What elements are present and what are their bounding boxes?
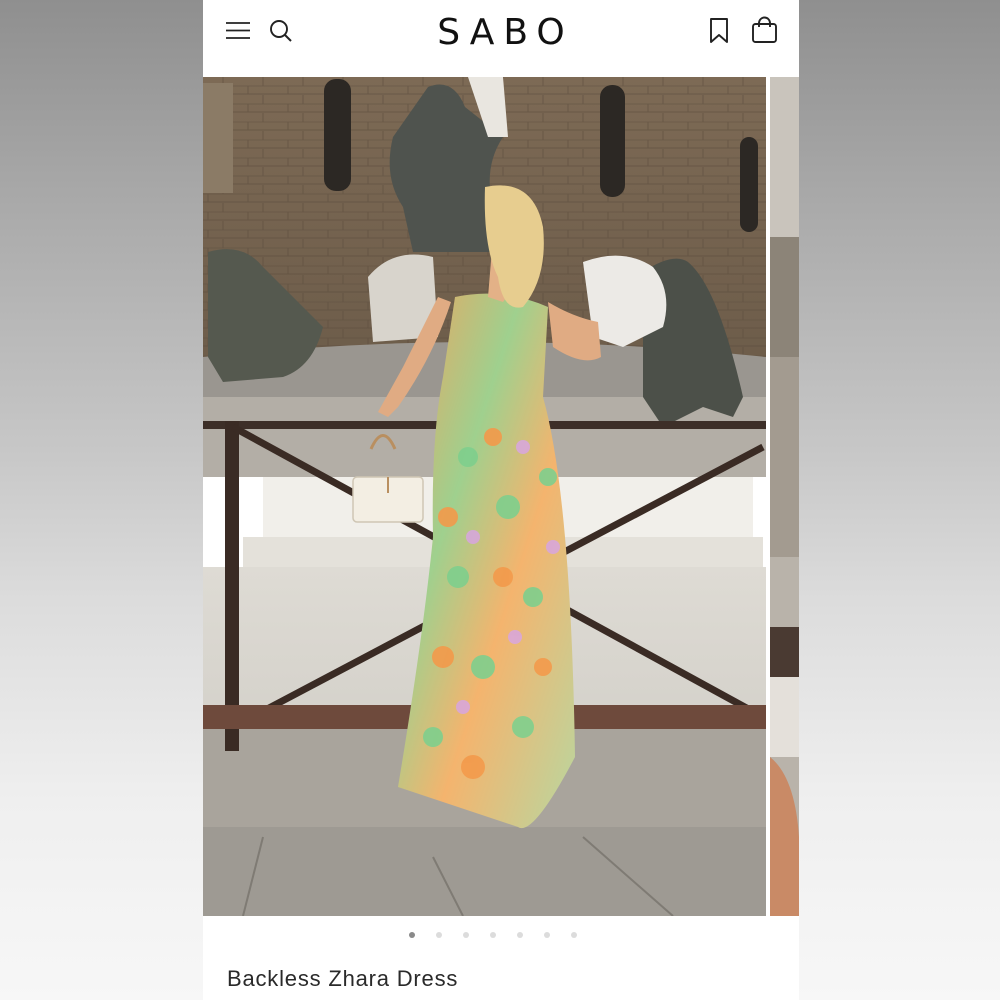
carousel-dot[interactable] xyxy=(517,932,523,938)
wishlist-button[interactable] xyxy=(703,14,737,48)
bookmark-icon xyxy=(710,18,728,43)
product-image[interactable] xyxy=(203,77,766,916)
carousel-dot[interactable] xyxy=(490,932,496,938)
site-header: SABO xyxy=(203,0,799,77)
carousel-dot[interactable] xyxy=(409,932,415,938)
carousel-dot[interactable] xyxy=(544,932,550,938)
carousel-dot[interactable] xyxy=(571,932,577,938)
shopping-bag-icon xyxy=(752,16,777,43)
carousel-dot[interactable] xyxy=(436,932,442,938)
next-product-image-peek[interactable] xyxy=(770,77,799,916)
cart-button[interactable] xyxy=(748,14,782,48)
carousel-pagination xyxy=(203,930,799,942)
mobile-page: SABO Backless Zhara Dress xyxy=(203,0,799,1000)
carousel-dot[interactable] xyxy=(463,932,469,938)
product-image-carousel[interactable] xyxy=(203,77,799,916)
product-title: Backless Zhara Dress xyxy=(227,966,459,991)
